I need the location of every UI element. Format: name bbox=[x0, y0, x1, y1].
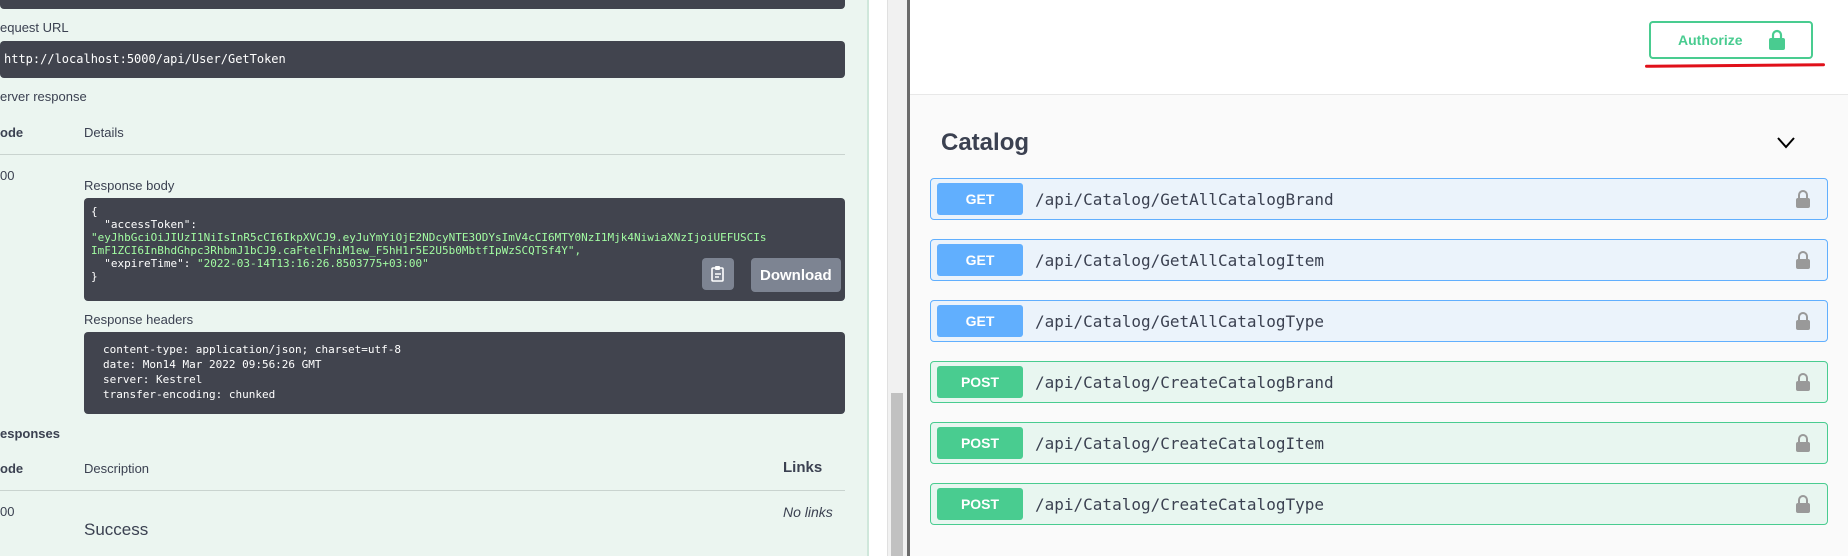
col-description-header: Description bbox=[84, 461, 150, 476]
response-headers-box[interactable]: content-type: application/json; charset=… bbox=[84, 332, 845, 414]
status-code: 00 bbox=[0, 168, 15, 183]
operation-path: /api/Catalog/GetAllCatalogBrand bbox=[1035, 189, 1334, 209]
col-code2-header: ode bbox=[0, 461, 24, 476]
lock-icon[interactable] bbox=[1795, 250, 1811, 270]
body-line-5: "expireTime": bbox=[91, 257, 197, 270]
execution-result-panel: equest URL http://localhost:5000/api/Use… bbox=[0, 0, 867, 556]
header-line-3: server: Kestrel bbox=[103, 373, 203, 386]
request-url: http://localhost:5000/api/User/GetToken bbox=[4, 52, 286, 66]
lock-icon[interactable] bbox=[1795, 372, 1811, 392]
body-line-4: ImF1ZCI6InBhdGhpc3RhbmJ1bCJ9.caFtelFhiM1… bbox=[91, 244, 582, 257]
operation-path: /api/Catalog/GetAllCatalogType bbox=[1035, 311, 1324, 331]
response-description: Success bbox=[84, 520, 149, 539]
details-divider bbox=[0, 154, 845, 155]
download-button[interactable]: Download bbox=[751, 258, 841, 292]
chevron-down-icon[interactable] bbox=[1776, 136, 1796, 150]
operation-create-catalog-item[interactable]: POST /api/Catalog/CreateCatalogItem bbox=[930, 422, 1828, 464]
operation-get-all-catalog-brand[interactable]: GET /api/Catalog/GetAllCatalogBrand bbox=[930, 178, 1828, 220]
method-badge: GET bbox=[937, 305, 1023, 337]
authorize-label: Authorize bbox=[1678, 32, 1743, 48]
scrollbar-thumb[interactable] bbox=[891, 393, 903, 556]
lock-icon[interactable] bbox=[1795, 311, 1811, 331]
response-headers-label: Response headers bbox=[84, 312, 194, 327]
method-badge: POST bbox=[937, 427, 1023, 459]
operation-path: /api/Catalog/CreateCatalogBrand bbox=[1035, 372, 1334, 392]
operation-path: /api/Catalog/CreateCatalogType bbox=[1035, 494, 1324, 514]
method-badge: POST bbox=[937, 488, 1023, 520]
clipboard-icon bbox=[711, 266, 724, 282]
operation-path: /api/Catalog/GetAllCatalogItem bbox=[1035, 250, 1324, 270]
request-url-box[interactable]: http://localhost:5000/api/User/GetToken bbox=[0, 41, 845, 78]
col-links-header: Links bbox=[783, 459, 823, 476]
response-code: 00 bbox=[0, 504, 15, 519]
lock-icon[interactable] bbox=[1795, 494, 1811, 514]
curl-box-top bbox=[0, 0, 845, 9]
panel-border bbox=[867, 0, 869, 556]
server-response-label: erver response bbox=[0, 89, 87, 104]
body-line-2: "accessToken": bbox=[91, 218, 204, 231]
body-line-1: { bbox=[91, 205, 98, 218]
responses-label: esponses bbox=[0, 426, 60, 441]
header-line-4: transfer-encoding: chunked bbox=[103, 388, 276, 401]
copy-button[interactable] bbox=[702, 258, 734, 290]
request-url-label: equest URL bbox=[0, 20, 69, 35]
col-code-header: ode bbox=[0, 125, 24, 140]
operation-get-all-catalog-item[interactable]: GET /api/Catalog/GetAllCatalogItem bbox=[930, 239, 1828, 281]
lock-icon[interactable] bbox=[1795, 189, 1811, 209]
authorize-button[interactable]: Authorize bbox=[1649, 21, 1813, 59]
operation-create-catalog-type[interactable]: POST /api/Catalog/CreateCatalogType bbox=[930, 483, 1828, 525]
response-body-box[interactable]: { "accessToken": "eyJhbGciOiJIUzI1NiIsIn… bbox=[84, 198, 845, 301]
no-links: No links bbox=[783, 504, 833, 520]
header-line-2: date: Mon14 Mar 2022 09:56:26 GMT bbox=[103, 358, 322, 371]
responses-divider bbox=[0, 490, 845, 491]
col-details-header: Details bbox=[84, 125, 124, 140]
lock-icon[interactable] bbox=[1795, 433, 1811, 453]
operation-get-all-catalog-type[interactable]: GET /api/Catalog/GetAllCatalogType bbox=[930, 300, 1828, 342]
operation-create-catalog-brand[interactable]: POST /api/Catalog/CreateCatalogBrand bbox=[930, 361, 1828, 403]
method-badge: GET bbox=[937, 183, 1023, 215]
response-body-label: Response body bbox=[84, 178, 175, 193]
operation-path: /api/Catalog/CreateCatalogItem bbox=[1035, 433, 1324, 453]
method-badge: POST bbox=[937, 366, 1023, 398]
body-line-7: } bbox=[91, 270, 98, 283]
unlock-icon bbox=[1768, 29, 1785, 50]
header-line-1: content-type: application/json; charset=… bbox=[103, 343, 402, 356]
body-line-6: "2022-03-14T13:16:26.8503775+03:00" bbox=[196, 257, 429, 270]
method-badge: GET bbox=[937, 244, 1023, 276]
body-line-3: "eyJhbGciOiJIUzI1NiIsInR5cCI6IkpXVCJ9.ey… bbox=[91, 231, 767, 244]
section-title[interactable]: Catalog bbox=[941, 129, 1029, 157]
